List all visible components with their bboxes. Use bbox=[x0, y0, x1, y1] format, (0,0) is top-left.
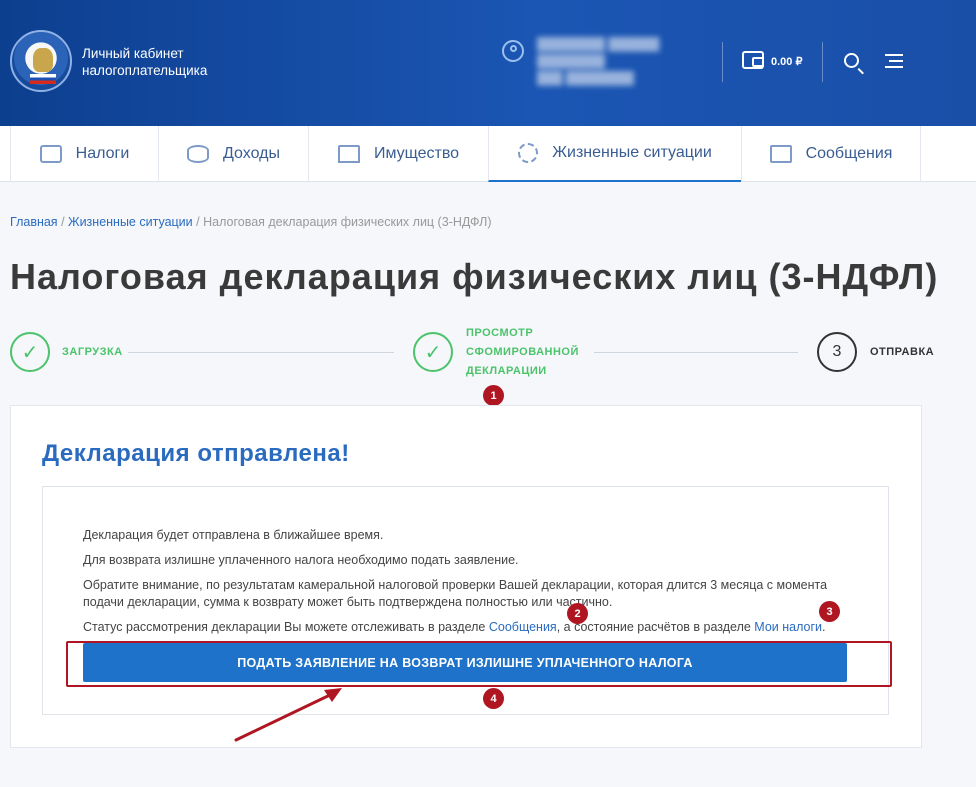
nav-label: Имущество bbox=[373, 145, 460, 162]
info-text-3: Обратите внимание, по результатам камера… bbox=[83, 577, 827, 611]
house-icon bbox=[337, 145, 360, 163]
submit-refund-application-button[interactable]: ПОДАТЬ ЗАЯВЛЕНИЕ НА ВОЗВРАТ ИЗЛИШНЕ УПЛА… bbox=[83, 643, 847, 682]
info-text-4-suffix: . bbox=[822, 620, 826, 634]
search-icon[interactable] bbox=[844, 53, 859, 68]
step-2-label-line: ПРОСМОТР bbox=[466, 327, 534, 339]
annotation-badge-3: 3 bbox=[819, 601, 840, 622]
tax-doc-icon bbox=[39, 145, 62, 163]
nav-label: Жизненные ситуации bbox=[552, 144, 712, 161]
page-title: Налоговая декларация физических лиц (3-Н… bbox=[10, 256, 939, 297]
messages-link[interactable]: Сообщения bbox=[489, 620, 557, 634]
info-text-3-line: подачи декларации, сумма к возврату може… bbox=[83, 595, 613, 609]
card-title: Декларация отправлена! bbox=[42, 440, 350, 467]
step-1-check-icon: ✓ bbox=[10, 332, 50, 372]
annotation-badge-4: 4 bbox=[483, 688, 504, 709]
brand-line-2: налогоплательщика bbox=[82, 63, 208, 78]
my-taxes-link[interactable]: Мои налоги bbox=[754, 620, 822, 634]
step-2-label: ПРОСМОТР СФОМИРОВАННОЙ ДЕКЛАРАЦИИ bbox=[466, 324, 579, 381]
breadcrumb-separator: / bbox=[61, 215, 65, 229]
header-divider bbox=[822, 42, 823, 82]
step-2-check-icon: ✓ bbox=[413, 332, 453, 372]
info-text-1: Декларация будет отправлена в ближайшее … bbox=[83, 528, 384, 542]
eagle-emblem-icon bbox=[33, 48, 53, 72]
step-2-label-line: ДЕКЛАРАЦИИ bbox=[466, 365, 547, 377]
annotation-badge-2: 2 bbox=[567, 603, 588, 624]
step-3-number: 3 bbox=[817, 332, 857, 372]
info-text-4-prefix: Статус рассмотрения декларации Вы можете… bbox=[83, 620, 489, 634]
breadcrumb-current: Налоговая декларация физических лиц (3-Н… bbox=[203, 215, 492, 229]
user-name-blurred[interactable]: ████████ ██████ ████████ ███ ████████ bbox=[537, 36, 659, 87]
step-connector bbox=[594, 352, 798, 353]
balance-amount[interactable]: 0.00 ₽ bbox=[771, 55, 802, 68]
info-text-4: Статус рассмотрения декларации Вы можете… bbox=[83, 619, 826, 636]
nav-item-messages[interactable]: Сообщения bbox=[741, 126, 921, 182]
annotation-arrow-icon bbox=[234, 688, 342, 742]
people-icon bbox=[518, 143, 539, 163]
flag-icon bbox=[30, 74, 56, 84]
main-nav: Налоги Доходы Имущество Жизненные ситуац… bbox=[0, 126, 976, 182]
header-divider bbox=[722, 42, 723, 82]
breadcrumb-home[interactable]: Главная bbox=[10, 215, 58, 229]
nav-label: Сообщения bbox=[805, 145, 893, 162]
breadcrumb-separator: / bbox=[196, 215, 200, 229]
nav-item-taxes[interactable]: Налоги bbox=[10, 126, 158, 182]
breadcrumb: Главная / Жизненные ситуации / Налоговая… bbox=[10, 215, 492, 229]
step-connector bbox=[128, 352, 394, 353]
brand-title[interactable]: Личный кабинет налогоплательщика bbox=[82, 45, 207, 79]
nav-label: Доходы bbox=[223, 145, 280, 162]
nav-item-property[interactable]: Имущество bbox=[308, 126, 488, 182]
info-text-4-middle: , а состояние расчётов в разделе bbox=[556, 620, 755, 634]
mail-icon bbox=[769, 145, 792, 163]
info-text-3-line: Обратите внимание, по результатам камера… bbox=[83, 578, 828, 592]
info-text-2: Для возврата излишне уплаченного налога … bbox=[83, 553, 519, 567]
breadcrumb-life-situations[interactable]: Жизненные ситуации bbox=[68, 215, 193, 229]
user-avatar-icon[interactable] bbox=[502, 40, 524, 62]
coins-icon bbox=[187, 145, 210, 163]
step-3-label: ОТПРАВКА bbox=[870, 346, 935, 358]
brand-line-1: Личный кабинет bbox=[82, 46, 184, 61]
nav-item-income[interactable]: Доходы bbox=[158, 126, 308, 182]
step-2-label-line: СФОМИРОВАННОЙ bbox=[466, 346, 579, 358]
annotation-badge-1: 1 bbox=[483, 385, 504, 406]
hamburger-menu-icon[interactable] bbox=[885, 54, 903, 68]
fns-logo-icon[interactable] bbox=[10, 30, 72, 92]
site-header: Личный кабинет налогоплательщика ███████… bbox=[0, 0, 976, 126]
wallet-icon[interactable] bbox=[742, 51, 764, 69]
nav-item-life-situations[interactable]: Жизненные ситуации bbox=[488, 126, 741, 182]
nav-label: Налоги bbox=[75, 145, 130, 162]
step-1-label: ЗАГРУЗКА bbox=[62, 346, 123, 358]
